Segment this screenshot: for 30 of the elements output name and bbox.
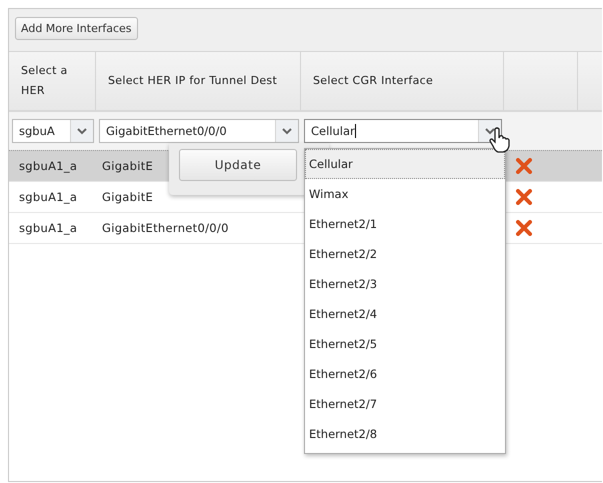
add-interfaces-button[interactable]: Add More Interfaces: [15, 17, 138, 40]
delete-icon[interactable]: [516, 158, 532, 174]
caret-icon: [77, 128, 87, 134]
table-cell: sgbuA1_a: [19, 221, 78, 235]
dropdown-option[interactable]: Ethernet2/1: [305, 209, 505, 239]
dropdown-option[interactable]: Ethernet2/4: [305, 299, 505, 329]
caret-icon: [282, 128, 292, 134]
dropdown-option[interactable]: Ethernet2/3: [305, 269, 505, 299]
table-cell: sgbuA1_a: [19, 159, 78, 173]
caret-icon: [485, 128, 495, 134]
dropdown-option[interactable]: Wimax: [305, 179, 505, 209]
dropdown-option[interactable]: Ethernet2/2: [305, 239, 505, 269]
her-combo[interactable]: sgbuA: [12, 119, 94, 143]
delete-icon[interactable]: [516, 220, 532, 236]
cgr-interface-combo[interactable]: Cellular: [304, 119, 502, 143]
dropdown-option[interactable]: Ethernet2/5: [305, 329, 505, 359]
table-cell: GigabitEthernet0/0/0: [102, 221, 229, 235]
column-header[interactable]: Select a HER: [21, 61, 83, 101]
her-ip-combo[interactable]: GigabitEthernet0/0/0: [99, 119, 299, 143]
table-cell: sgbuA1_a: [19, 190, 78, 204]
dropdown-option[interactable]: Ethernet2/7: [305, 389, 505, 419]
delete-icon[interactable]: [516, 189, 532, 205]
table-cell: GigabitE: [102, 159, 154, 173]
dropdown-option[interactable]: Ethernet2/6: [305, 359, 505, 389]
column-header[interactable]: Select HER IP for Tunnel Dest: [108, 71, 278, 91]
table-cell: GigabitE: [102, 190, 154, 204]
update-button[interactable]: Update: [179, 149, 297, 181]
dropdown-option[interactable]: Ethernet2/8: [305, 419, 505, 449]
column-header[interactable]: Select CGR Interface: [313, 71, 434, 91]
dropdown-option[interactable]: Cellular: [305, 149, 505, 179]
